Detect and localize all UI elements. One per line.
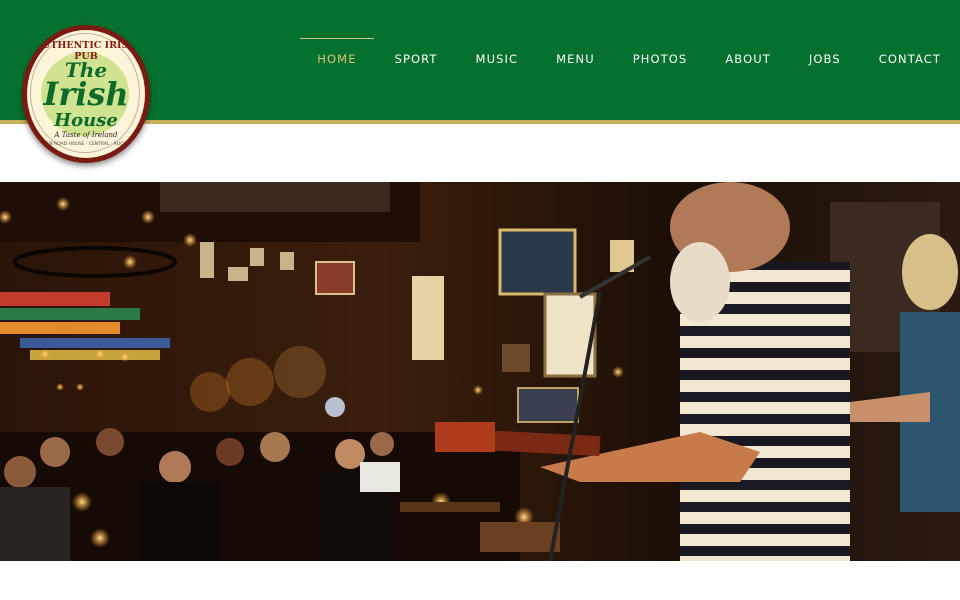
logo-irish: Irish [43,75,129,113]
nav-music[interactable]: MUSIC [457,38,538,80]
hero-image [0,182,960,561]
nav-about[interactable]: ABOUT [706,38,790,80]
site-logo[interactable]: AUTHENTIC IRISH PUB The Irish House A Ta… [22,25,150,163]
logo-tagline: A Taste of Ireland [54,131,118,139]
nav-home[interactable]: HOME [298,38,375,80]
logo-badge: AUTHENTIC IRISH PUB The Irish House A Ta… [27,30,145,158]
logo-bottom-text: GARDEN ROAD HOUSE · CENTRAL · AUCKLAND [33,142,139,147]
nav-photos[interactable]: PHOTOS [614,38,707,80]
logo-house: House [54,110,118,131]
nav-menu[interactable]: MENU [537,38,614,80]
nav-contact[interactable]: CONTACT [860,38,960,80]
nav-jobs[interactable]: JOBS [790,38,860,80]
nav-sport[interactable]: SPORT [376,38,457,80]
pub-music-photo [0,182,960,561]
main-nav: HOME SPORT MUSIC MENU PHOTOS ABOUT JOBS … [298,38,960,80]
